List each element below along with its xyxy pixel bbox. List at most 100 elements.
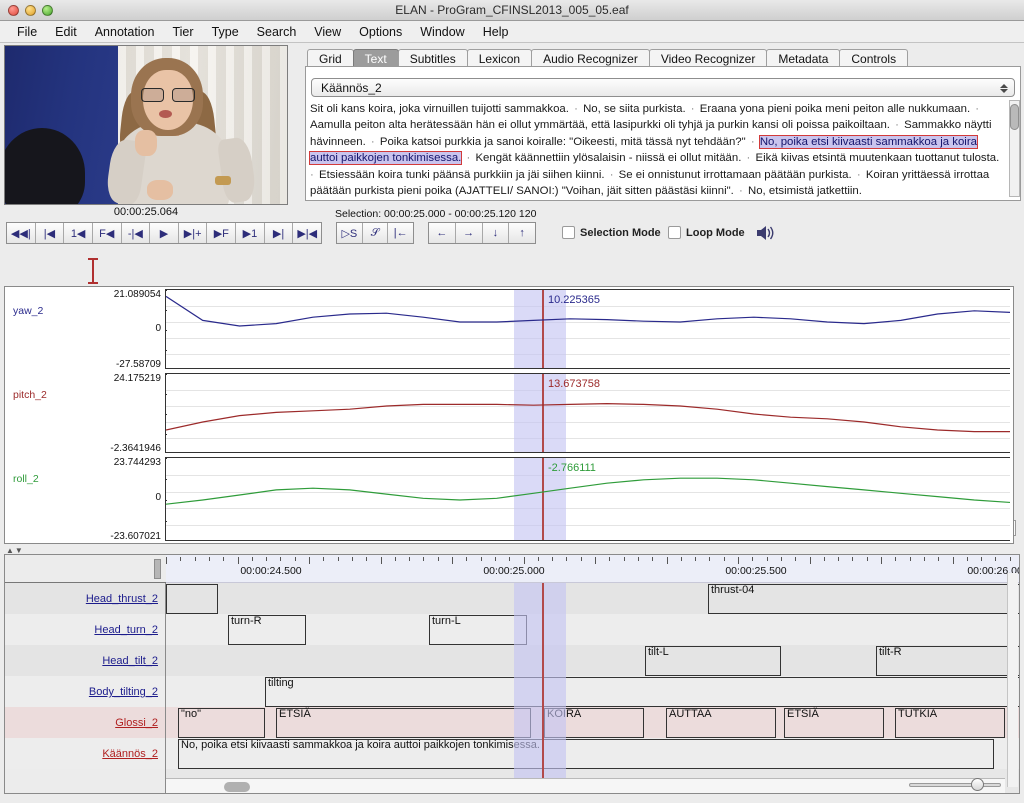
play-pause-button[interactable]: ▶ xyxy=(150,223,179,243)
menu-item-search[interactable]: Search xyxy=(248,23,306,41)
menu-item-help[interactable]: Help xyxy=(474,23,518,41)
text-content[interactable]: Sit oli kans koira, joka virnuillen tuij… xyxy=(307,100,1007,198)
annotation-text[interactable]: Se ei onnistunut irrottamaan päätään pur… xyxy=(619,169,852,181)
menu-item-window[interactable]: Window xyxy=(411,23,473,41)
annotation-block[interactable]: tilting xyxy=(265,677,1019,707)
ruler-tick xyxy=(280,557,282,561)
annotation-text[interactable]: No, se siita purkista. xyxy=(583,103,686,115)
text-scrollbar-thumb[interactable] xyxy=(1010,104,1019,130)
ruler-tick xyxy=(623,557,625,561)
timeline-selection-band[interactable] xyxy=(514,583,566,793)
tier-name-body_tilting_2[interactable]: Body_tilting_2 xyxy=(89,686,158,698)
plot-pitch_2[interactable]: 13.673758 xyxy=(165,373,1010,453)
menu-item-type[interactable]: Type xyxy=(203,23,248,41)
ruler-tick xyxy=(852,557,854,561)
annotation-block[interactable]: tilt-L xyxy=(645,646,781,676)
annotation-text[interactable]: Etsiessään koira tunki päänsä purkkiin j… xyxy=(319,169,605,181)
annotation-text[interactable]: Poika katsoi purkkia ja sanoi koiralle: … xyxy=(380,136,746,148)
axis-mid-yaw_2: 0 xyxy=(155,322,161,334)
annotation-block[interactable]: AUTTAA xyxy=(666,708,776,738)
video-player[interactable] xyxy=(4,45,288,205)
annotation-block[interactable]: No, poika etsi kiivaasti sammakkoa ja ko… xyxy=(178,739,994,769)
go-to-end-button[interactable]: ▶|◀ xyxy=(293,223,322,243)
pixel-left-button[interactable]: -|◀ xyxy=(121,223,151,243)
timeline-playhead[interactable] xyxy=(542,583,544,793)
timeline-scroll-thumb[interactable] xyxy=(224,782,250,792)
tier-track-area[interactable]: 00:00:24.500 00:00:25.000 00:00:25.500 00:0… xyxy=(166,555,1019,793)
tier-name-head_turn_2[interactable]: Head_turn_2 xyxy=(94,624,158,636)
annotation-text[interactable]: Kengät käännettiin ylösalaisin - niissä … xyxy=(475,152,741,164)
annotation-text[interactable]: Eikä kiivas etsintä muutenkaan tuottanut… xyxy=(756,152,1000,164)
tier-name-käännös_2[interactable]: Käännös_2 xyxy=(102,748,158,760)
move-left-button[interactable]: ← xyxy=(429,223,456,243)
ruler-tick xyxy=(394,557,396,561)
clear-selection-button[interactable]: 𝒮 xyxy=(362,223,389,243)
ruler-tick xyxy=(952,557,954,564)
text-separator: · xyxy=(743,152,754,165)
move-up-button[interactable]: ↑ xyxy=(509,223,535,243)
annotation-block[interactable]: ETSIÄ xyxy=(784,708,884,738)
selection-buttons-group[interactable]: ▷S 𝒮 |← xyxy=(336,222,414,244)
annotation-block[interactable]: thrust-04 xyxy=(708,584,1019,614)
previous-frame-button[interactable]: 1◀ xyxy=(64,223,93,243)
play-selection-button[interactable]: ▷S xyxy=(337,223,363,243)
annotation-text[interactable]: Eraana yona pieni poika meni peiton alle… xyxy=(700,103,970,115)
chevron-updown-icon[interactable] xyxy=(998,81,1009,96)
ruler-tick xyxy=(752,557,754,561)
loop-mode-checkbox[interactable] xyxy=(668,226,681,239)
ruler-tick xyxy=(223,557,225,561)
tier-panel-splitter[interactable] xyxy=(154,559,161,579)
move-right-button[interactable]: → xyxy=(455,223,483,243)
menu-item-options[interactable]: Options xyxy=(350,23,411,41)
next-frame-button[interactable]: ▶1 xyxy=(236,223,265,243)
plot-yaw_2[interactable]: 10.225365 xyxy=(165,289,1010,369)
timeline-vertical-scrollbar[interactable] xyxy=(1007,573,1018,787)
viewer-tabs[interactable]: Grid Text Subtitles Lexicon Audio Recognizer… xyxy=(307,48,1019,68)
overview-crosshair[interactable] xyxy=(88,258,98,284)
signal-viewer[interactable]: yaw_2 21.089054 0 -27.58709 10.225365 pitch_2… xyxy=(4,286,1014,544)
annotation-text[interactable]: Sit oli kans koira, joka virnuillen tuij… xyxy=(310,103,569,115)
transport-controls[interactable]: ◀◀| |◀ 1◀ F◀ -|◀ ▶ ▶|+ ▶F ▶1 ▶| ▶|◀ xyxy=(6,222,322,244)
ruler-tick xyxy=(966,557,968,561)
timeline-overview-bar[interactable] xyxy=(4,258,1020,536)
menu-item-file[interactable]: File xyxy=(8,23,46,41)
annotation-block[interactable]: turn-L xyxy=(429,615,527,645)
previous-frame-f-button[interactable]: F◀ xyxy=(92,223,122,243)
menu-item-tier[interactable]: Tier xyxy=(163,23,202,41)
move-down-button[interactable]: ↓ xyxy=(482,223,510,243)
timeline-horizontal-scrollbar[interactable] xyxy=(166,778,1005,793)
timeline-ruler[interactable]: 00:00:24.500 00:00:25.000 00:00:25.500 00:0… xyxy=(166,555,1019,583)
menu-item-annotation[interactable]: Annotation xyxy=(86,23,164,41)
annotation-block[interactable]: turn-R xyxy=(228,615,306,645)
annotation-block[interactable]: tilt-R xyxy=(876,646,1019,676)
timeline-viewer[interactable]: Head_thrust_2 Head_turn_2 Head_tilt_2 Body_… xyxy=(4,554,1020,794)
zoom-slider-knob[interactable] xyxy=(971,778,984,791)
tier-selector-dropdown[interactable]: Käännös_2 xyxy=(311,78,1015,97)
volume-icon[interactable] xyxy=(755,224,775,242)
annotation-block[interactable]: "no" xyxy=(178,708,265,738)
next-frame-f-button[interactable]: ▶F xyxy=(207,223,237,243)
menu-item-view[interactable]: View xyxy=(305,23,350,41)
signal-label-yaw_2: yaw_2 xyxy=(13,305,44,317)
annotation-block[interactable]: TUTKIA xyxy=(895,708,1005,738)
annotation-text[interactable]: No, etsimistä jatkettiin. xyxy=(748,185,862,197)
tier-name-column[interactable]: Head_thrust_2 Head_turn_2 Head_tilt_2 Body_… xyxy=(5,555,166,793)
annotation-block[interactable] xyxy=(166,584,218,614)
annotation-text[interactable]: Aamulla peiton alta herätessään hän ei o… xyxy=(310,119,890,131)
selection-to-crosshair-button[interactable]: |← xyxy=(388,223,414,243)
selection-nav-group[interactable]: ← → ↓ ↑ xyxy=(428,222,536,244)
annotation-block[interactable]: ETSIÄ xyxy=(276,708,531,738)
selection-mode-checkbox[interactable] xyxy=(562,226,575,239)
tier-name-head_thrust_2[interactable]: Head_thrust_2 xyxy=(86,593,158,605)
ruler-tick xyxy=(309,557,310,564)
next-scroll-view-button[interactable]: ▶| xyxy=(264,223,294,243)
go-to-begin-button[interactable]: ◀◀| xyxy=(7,223,36,243)
tier-name-glossi_2[interactable]: Glossi_2 xyxy=(115,717,158,729)
plot-roll_2[interactable]: -2.766111 xyxy=(165,457,1010,541)
zoom-slider[interactable] xyxy=(909,778,1001,791)
menu-item-edit[interactable]: Edit xyxy=(46,23,86,41)
tier-name-head_tilt_2[interactable]: Head_tilt_2 xyxy=(102,655,158,667)
previous-scroll-view-button[interactable]: |◀ xyxy=(35,223,65,243)
next-pixel-button[interactable]: ▶|+ xyxy=(178,223,208,243)
ruler-tick xyxy=(509,557,511,561)
